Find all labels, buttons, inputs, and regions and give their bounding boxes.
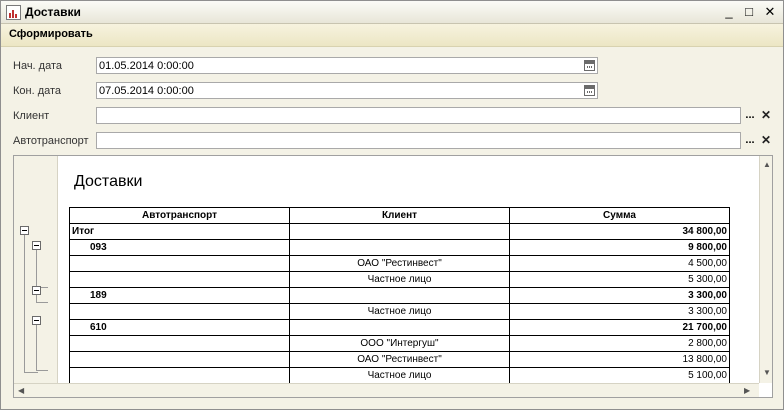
generate-button[interactable]: Сформировать (9, 28, 93, 40)
cell-vehicle: 610 (69, 319, 290, 336)
cell-sum: 13 800,00 (509, 351, 730, 368)
cell-vehicle (69, 303, 290, 320)
cell-sum: 4 500,00 (509, 255, 730, 272)
scroll-up-icon[interactable]: ▲ (763, 160, 771, 169)
cell-vehicle (69, 351, 290, 368)
cell-client: ООО "Интергуш" (289, 335, 510, 352)
client-field[interactable] (96, 107, 741, 124)
report-header-row: Автотранспорт Клиент Сумма (69, 207, 730, 224)
cell-vehicle (69, 335, 290, 352)
table-row: 610 21 700,00 (69, 319, 730, 336)
cell-sum: 9 800,00 (509, 239, 730, 256)
table-row: Частное лицо 5 100,00 (69, 367, 730, 384)
column-header-client: Клиент (289, 207, 510, 224)
grouping-gutter (14, 156, 58, 383)
end-date-field[interactable]: 07.05.2014 0:00:00 (96, 82, 598, 99)
maximize-icon[interactable]: □ (741, 4, 757, 19)
vehicle-label: Автотранспорт (13, 135, 89, 147)
client-select-button[interactable]: ... (742, 108, 758, 125)
close-icon[interactable]: ✕ (762, 4, 778, 19)
scroll-right-icon[interactable]: ▶ (744, 386, 750, 395)
cell-client: Частное лицо (289, 303, 510, 320)
scroll-down-icon[interactable]: ▼ (763, 368, 771, 377)
cell-vehicle: Итог (69, 223, 290, 240)
cell-sum: 5 300,00 (509, 271, 730, 288)
calendar-icon[interactable] (584, 85, 595, 96)
table-row: ОАО "Рестинвест" 4 500,00 (69, 255, 730, 272)
report-title: Доставки (74, 173, 143, 190)
table-row: Частное лицо 5 300,00 (69, 271, 730, 288)
client-label: Клиент (13, 110, 50, 122)
cell-sum: 3 300,00 (509, 303, 730, 320)
cell-sum: 2 800,00 (509, 335, 730, 352)
horizontal-scrollbar[interactable]: ◀ ▶ (14, 383, 759, 397)
report-app-icon (6, 5, 21, 20)
collapse-group-610-icon[interactable] (32, 316, 41, 325)
cell-client (289, 223, 510, 240)
cell-client: ОАО "Рестинвест" (289, 351, 510, 368)
window-title: Доставки (25, 5, 81, 19)
vehicle-clear-icon[interactable]: ✕ (759, 132, 773, 149)
cell-vehicle: 189 (69, 287, 290, 304)
scroll-left-icon[interactable]: ◀ (18, 386, 24, 395)
collapse-group-093-icon[interactable] (32, 241, 41, 250)
cell-sum: 34 800,00 (509, 223, 730, 240)
client-clear-icon[interactable]: ✕ (759, 107, 773, 124)
table-row: Частное лицо 3 300,00 (69, 303, 730, 320)
cell-sum: 21 700,00 (509, 319, 730, 336)
cell-client (289, 239, 510, 256)
vertical-scrollbar[interactable]: ▲ ▼ (759, 156, 772, 383)
report-area: Доставки Автотранспорт Клиент Сумма Итог… (13, 155, 773, 398)
table-row: 093 9 800,00 (69, 239, 730, 256)
toolbar: Сформировать (1, 24, 783, 47)
table-row: Итог 34 800,00 (69, 223, 730, 240)
cell-client (289, 287, 510, 304)
collapse-total-icon[interactable] (20, 226, 29, 235)
report-table: Автотранспорт Клиент Сумма Итог 34 800,00… (69, 207, 730, 384)
table-row: 189 3 300,00 (69, 287, 730, 304)
start-date-field[interactable]: 01.05.2014 0:00:00 (96, 57, 598, 74)
cell-vehicle (69, 367, 290, 384)
column-header-vehicle: Автотранспорт (69, 207, 290, 224)
start-date-value: 01.05.2014 0:00:00 (99, 60, 194, 72)
column-header-sum: Сумма (509, 207, 730, 224)
report-window: Доставки _ □ ✕ Сформировать Нач. дата 01… (0, 0, 784, 410)
end-date-label: Кон. дата (13, 85, 62, 97)
cell-client (289, 319, 510, 336)
collapse-group-189-icon[interactable] (32, 286, 41, 295)
end-date-value: 07.05.2014 0:00:00 (99, 85, 194, 97)
start-date-label: Нач. дата (13, 60, 62, 72)
title-bar: Доставки _ □ ✕ (1, 1, 783, 24)
cell-sum: 3 300,00 (509, 287, 730, 304)
minimize-icon[interactable]: _ (721, 4, 737, 19)
cell-client: Частное лицо (289, 367, 510, 384)
cell-vehicle: 093 (69, 239, 290, 256)
cell-client: ОАО "Рестинвест" (289, 255, 510, 272)
cell-vehicle (69, 271, 290, 288)
table-row: ОАО "Рестинвест" 13 800,00 (69, 351, 730, 368)
table-row: ООО "Интергуш" 2 800,00 (69, 335, 730, 352)
cell-vehicle (69, 255, 290, 272)
vehicle-field[interactable] (96, 132, 741, 149)
cell-sum: 5 100,00 (509, 367, 730, 384)
vehicle-select-button[interactable]: ... (742, 133, 758, 150)
calendar-icon[interactable] (584, 60, 595, 71)
cell-client: Частное лицо (289, 271, 510, 288)
